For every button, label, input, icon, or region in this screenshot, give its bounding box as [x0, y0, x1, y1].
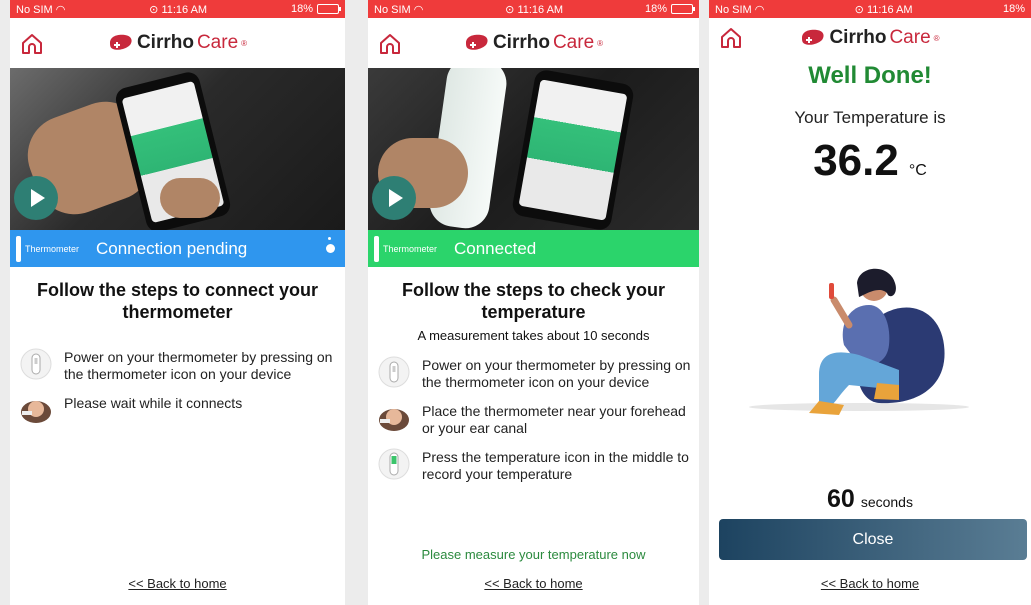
wifi-icon: ◠	[754, 3, 765, 16]
page-subtitle: A measurement takes about 10 seconds	[417, 328, 650, 343]
connection-status: Connected	[454, 238, 537, 258]
temperature-label: Your Temperature is	[794, 108, 946, 127]
tutorial-video[interactable]	[368, 68, 699, 230]
person-icon	[18, 393, 54, 427]
carrier-label: No SIM	[374, 3, 411, 16]
connection-status: Connection pending	[96, 238, 248, 258]
close-button[interactable]: Close	[719, 519, 1027, 560]
countdown: 60 seconds	[709, 485, 1031, 514]
app-header: Cirrho Care ®	[10, 18, 345, 68]
steps-list: Power on your thermometer by pressing on…	[368, 355, 699, 483]
list-item: Power on your thermometer by pressing on…	[368, 355, 699, 391]
liver-logo-icon	[465, 34, 488, 50]
status-bar: No SIM ◠ ⊙ 11:16 AM 18%	[709, 0, 1031, 18]
play-button[interactable]	[372, 176, 416, 220]
thermometer-green-icon	[376, 447, 412, 481]
app-header: Cirrho Care ®	[709, 18, 1031, 58]
battery-label: 18%	[644, 3, 667, 15]
screen-result: No SIM ◠ ⊙ 11:16 AM 18% Cirrho Care ® Well …	[709, 0, 1031, 605]
loading-spinner-icon	[326, 237, 335, 253]
screen-connect: No SIM ◠ ⊙ 11:16 AM 18% Cirrho Care ® Therm…	[10, 0, 345, 605]
thermometer-icon	[18, 347, 54, 381]
battery-label: 18%	[1002, 3, 1025, 15]
connection-status-bar: Thermometer Connection pending	[10, 230, 345, 267]
home-icon[interactable]	[20, 32, 44, 56]
countdown-unit: seconds	[860, 494, 913, 510]
back-to-home-link[interactable]: << Back to home	[368, 576, 699, 591]
countdown-value: 60	[827, 485, 855, 513]
hand-image	[160, 178, 220, 218]
clock: ⊙ 11:16 AM	[149, 3, 208, 16]
temperature-value: 36.2	[813, 136, 899, 185]
liver-logo-icon	[802, 29, 825, 45]
clock: ⊙ 11:16 AM	[505, 3, 564, 16]
thermometer-icon	[376, 355, 412, 389]
thermometer-icon	[374, 235, 379, 262]
home-icon[interactable]	[378, 32, 402, 56]
play-button[interactable]	[14, 176, 58, 220]
list-item: Press the temperature icon in the middle…	[368, 447, 699, 483]
list-item: Power on your thermometer by pressing on…	[10, 347, 345, 383]
temperature-unit: °C	[908, 162, 927, 179]
back-to-home-link[interactable]: << Back to home	[10, 576, 345, 591]
temperature-reading: 36.2 °C	[709, 136, 1031, 186]
list-item: Place the thermometer near your forehead…	[368, 401, 699, 437]
battery-label: 18%	[290, 3, 313, 15]
list-item: Please wait while it connects	[10, 393, 345, 427]
connection-status-bar: Thermometer Connected	[368, 230, 699, 267]
battery-icon	[317, 4, 341, 14]
carrier-label: No SIM	[715, 3, 752, 16]
back-to-home-link[interactable]: << Back to home	[709, 576, 1031, 591]
home-icon[interactable]	[719, 26, 743, 50]
page-title: Follow the steps to connect your thermom…	[36, 280, 319, 322]
brand-logo: Cirrho Care ®	[464, 32, 603, 54]
measure-prompt: Please measure your temperature now	[421, 547, 646, 562]
screen-measure: No SIM ◠ ⊙ 11:16 AM 18% Cirrho Care ® Therm…	[368, 0, 699, 605]
phone-image	[510, 68, 636, 230]
person-icon	[376, 401, 412, 435]
tutorial-video[interactable]	[10, 68, 345, 230]
wifi-icon: ◠	[55, 3, 66, 16]
status-bar: No SIM ◠ ⊙ 11:16 AM 18%	[368, 0, 699, 18]
device-tag: Thermometer	[25, 243, 80, 254]
clock: ⊙ 11:16 AM	[854, 3, 913, 16]
carrier-label: No SIM	[16, 3, 53, 16]
battery-icon	[671, 4, 695, 14]
device-tag: Thermometer	[383, 243, 438, 254]
status-bar: No SIM ◠ ⊙ 11:16 AM 18%	[10, 0, 345, 18]
thermometer-icon	[16, 235, 21, 262]
success-heading: Well Done!	[808, 62, 932, 89]
brand-logo: Cirrho Care ®	[108, 32, 247, 54]
steps-list: Power on your thermometer by pressing on…	[10, 347, 345, 427]
app-header: Cirrho Care ®	[368, 18, 699, 68]
liver-logo-icon	[109, 34, 132, 50]
wifi-icon: ◠	[413, 3, 424, 16]
page-title: Follow the steps to check your temperatu…	[401, 280, 666, 322]
brand-logo: Cirrho Care ®	[800, 27, 940, 49]
woman-illustration	[749, 268, 969, 415]
